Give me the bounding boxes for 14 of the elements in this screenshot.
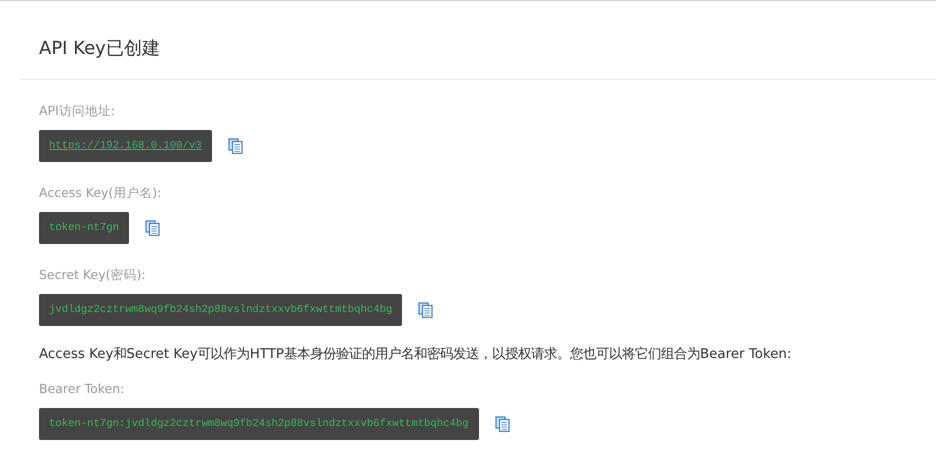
field-label: API访问地址: <box>39 102 116 120</box>
url-link[interactable]: https://192.168.0.100/v3 <box>39 130 212 162</box>
copy-icon[interactable] <box>418 302 434 318</box>
info-text: Access Key和Secret Key可以作为HTTP基本身份验证的用户名和密码发送，以授权请求。您也可以将它们组合为Bearer Token: <box>39 346 792 364</box>
code-value: token-nt7gn <box>39 212 129 244</box>
copy-icon[interactable] <box>228 138 243 154</box>
copy-icon[interactable] <box>494 416 510 432</box>
copy-icon[interactable] <box>144 220 160 236</box>
code-value: token-nt7gn:jvdldgz2cztrwm8wq9fb24sh2p88vslndztxxvb6fxwttmtbqhc4bg <box>39 408 479 440</box>
field-label: Bearer Token: <box>39 380 126 398</box>
code-value: jvdldgz2cztrwm8wq9fb24sh2p88vslndztxxvb6fxwttmtbqhc4bg <box>39 294 402 326</box>
page-title: API Key已创建 <box>38 37 161 61</box>
field-label: Access Key(用户名): <box>39 184 162 202</box>
field-label: Secret Key(密码): <box>39 266 147 284</box>
